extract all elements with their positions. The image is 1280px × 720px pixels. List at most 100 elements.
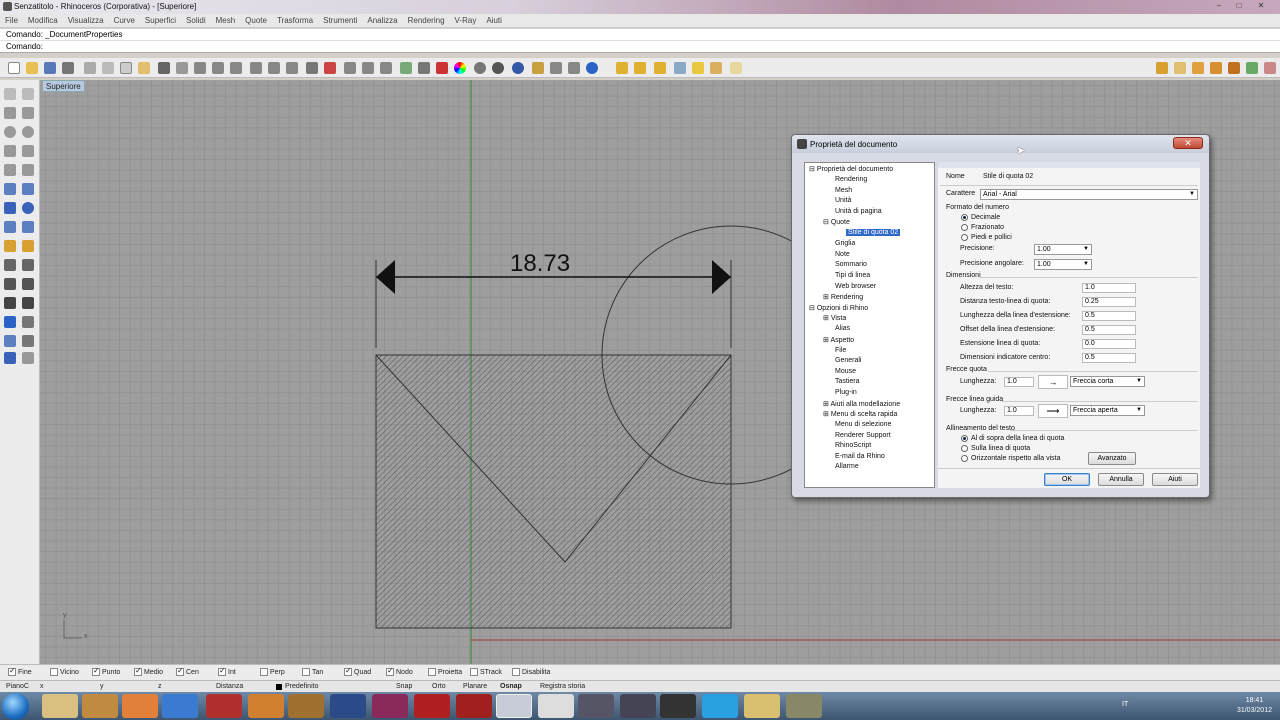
- status-orto[interactable]: Orto: [432, 683, 446, 690]
- decimal-radio[interactable]: [961, 214, 968, 221]
- copy-tool-icon[interactable]: [22, 259, 34, 271]
- extension-length-input[interactable]: 0.5: [1082, 311, 1136, 321]
- copy-icon[interactable]: [102, 62, 114, 74]
- paste-icon[interactable]: [138, 62, 150, 74]
- settings-icon[interactable]: [550, 62, 562, 74]
- vray-icon-7[interactable]: [730, 62, 742, 74]
- tree-item[interactable]: Rendering: [835, 176, 867, 183]
- tree-item[interactable]: Menu di selezione: [835, 421, 891, 428]
- arc-icon[interactable]: [4, 164, 16, 176]
- point-icon[interactable]: [22, 88, 34, 100]
- precision-select[interactable]: 1.00 ▼: [1034, 244, 1092, 255]
- rhino-app-icon-active[interactable]: [496, 694, 532, 718]
- tree-item[interactable]: ⊟ Quote: [823, 218, 850, 226]
- dimension-text[interactable]: 18.73: [510, 250, 570, 278]
- flash2-app-icon[interactable]: [456, 694, 492, 718]
- close-button[interactable]: ✕: [1254, 1, 1268, 11]
- osnap-end[interactable]: Fine: [8, 666, 32, 676]
- options-icon[interactable]: [568, 62, 580, 74]
- status-layer[interactable]: Predefinito: [285, 683, 318, 690]
- settings-app-icon[interactable]: [578, 694, 614, 718]
- ok-button[interactable]: OK: [1044, 473, 1090, 486]
- photoshop-app-icon[interactable]: [330, 694, 366, 718]
- menu-mesh[interactable]: Mesh: [211, 14, 241, 25]
- text-gap-input[interactable]: 0.25: [1082, 297, 1136, 307]
- help-icon[interactable]: [586, 62, 598, 74]
- tree-item[interactable]: Unità: [835, 197, 851, 204]
- mesh-icon[interactable]: [4, 221, 16, 233]
- osnap-icon-4[interactable]: [1210, 62, 1222, 74]
- command-line[interactable]: Comando:: [0, 41, 1280, 53]
- indesign-app-icon[interactable]: [372, 694, 408, 718]
- menu-superfici[interactable]: Superfici: [140, 14, 181, 25]
- dialog-close-button[interactable]: ✕: [1173, 137, 1203, 149]
- app-icon[interactable]: [620, 694, 656, 718]
- tree-item[interactable]: File: [835, 347, 846, 354]
- skype-app-icon[interactable]: [702, 694, 738, 718]
- vray-icon-2[interactable]: [634, 62, 646, 74]
- render-icon[interactable]: [532, 62, 544, 74]
- osnap-tan[interactable]: Tan: [302, 668, 323, 676]
- osnap-cen[interactable]: Cen: [176, 666, 199, 676]
- undo-view-icon[interactable]: [286, 62, 298, 74]
- help-button[interactable]: Aiuti: [1152, 473, 1198, 486]
- print-icon[interactable]: [62, 62, 74, 74]
- document-app-icon[interactable]: [538, 694, 574, 718]
- color-wheel-icon[interactable]: [454, 62, 466, 74]
- explode-icon[interactable]: [4, 240, 16, 252]
- fraction-radio[interactable]: [961, 224, 968, 231]
- acrobat-app-icon[interactable]: [206, 694, 242, 718]
- save-icon[interactable]: [44, 62, 56, 74]
- menu-modifica[interactable]: Modifica: [23, 14, 63, 25]
- align-on-radio[interactable]: [961, 445, 968, 452]
- language-indicator[interactable]: IT: [1122, 701, 1128, 708]
- more-tools-icon[interactable]: [22, 352, 34, 364]
- feet-inches-radio[interactable]: [961, 234, 968, 241]
- rotate-icon[interactable]: [4, 278, 16, 290]
- tree-item[interactable]: Allarme: [835, 463, 859, 470]
- menu-vray[interactable]: V-Ray: [450, 14, 482, 25]
- undo-icon[interactable]: [158, 62, 170, 74]
- name-value[interactable]: Stile di quota 02: [983, 173, 1033, 180]
- tree-item[interactable]: ⊞ Aspetto: [823, 336, 854, 344]
- filter-icon[interactable]: [380, 62, 392, 74]
- extension-offset-input[interactable]: 0.5: [1082, 325, 1136, 335]
- tree-item[interactable]: ⊞ Vista: [823, 314, 846, 322]
- tree-item[interactable]: ⊟ Proprietà del documento: [809, 165, 893, 173]
- shaded-sphere-icon[interactable]: [492, 62, 504, 74]
- tree-item[interactable]: RhinoScript: [835, 442, 871, 449]
- tree-item[interactable]: Mesh: [835, 187, 852, 194]
- surface-icon[interactable]: [4, 183, 16, 195]
- dimline-extension-input[interactable]: 0.0: [1082, 339, 1136, 349]
- boolean-icon[interactable]: [22, 221, 34, 233]
- hatched-rectangle[interactable]: [375, 354, 732, 629]
- advanced-button[interactable]: Avanzato: [1088, 452, 1136, 465]
- leader-length-input[interactable]: 1.0: [1004, 406, 1034, 416]
- menu-aiuti[interactable]: Aiuti: [481, 14, 507, 25]
- move-icon[interactable]: [4, 259, 16, 271]
- lightbulb-icon[interactable]: [400, 62, 412, 74]
- media-app-icon[interactable]: [82, 694, 118, 718]
- osnap-mid[interactable]: Medio: [134, 666, 163, 676]
- system-clock[interactable]: 18:41 31/03/2012: [1237, 696, 1272, 716]
- align-above-radio[interactable]: [961, 435, 968, 442]
- zoom-window-icon[interactable]: [230, 62, 242, 74]
- menu-analizza[interactable]: Analizza: [362, 14, 402, 25]
- new-file-icon[interactable]: [8, 62, 20, 74]
- vray-icon-4[interactable]: [674, 62, 686, 74]
- flash-app-icon[interactable]: [414, 694, 450, 718]
- text-height-input[interactable]: 1.0: [1082, 283, 1136, 293]
- text-icon[interactable]: [4, 316, 16, 328]
- vray-icon-1[interactable]: [616, 62, 628, 74]
- blender-app-icon[interactable]: [248, 694, 284, 718]
- tree-item[interactable]: Renderer Support: [835, 432, 891, 439]
- trim-icon[interactable]: [4, 297, 16, 309]
- status-planar[interactable]: Planare: [463, 683, 487, 690]
- split-icon[interactable]: [22, 297, 34, 309]
- tree-item[interactable]: ⊞ Menu di scelta rapida: [823, 410, 897, 418]
- tree-item[interactable]: Note: [835, 251, 850, 258]
- osnap-project[interactable]: Proietta: [428, 668, 462, 676]
- dimension-icon[interactable]: [22, 316, 34, 328]
- cplane-icon[interactable]: [344, 62, 356, 74]
- render-mesh-icon[interactable]: [4, 352, 16, 364]
